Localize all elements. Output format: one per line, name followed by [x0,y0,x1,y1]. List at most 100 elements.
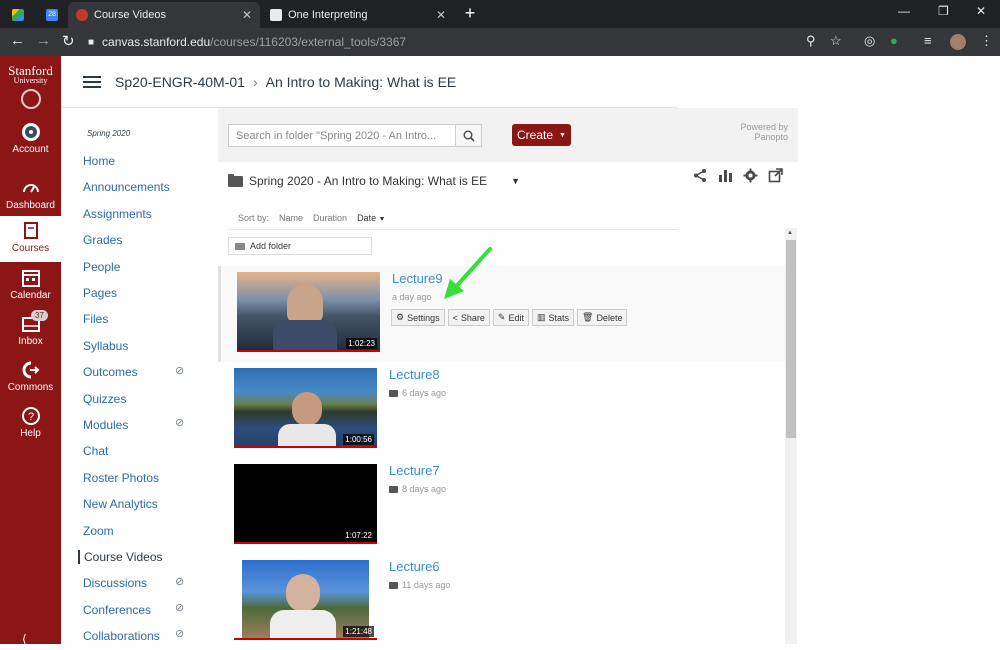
video-thumbnail[interactable]: 1:02:23 [237,272,380,352]
reload-icon[interactable]: ↻ [62,32,75,50]
hidden-eye-icon: ⊘ [175,365,185,377]
nav-dashboard[interactable]: Dashboard [0,178,61,211]
progress-bar [234,542,377,544]
course-nav-assignments[interactable]: Assignments [83,207,152,221]
hidden-eye-icon: ⊘ [175,602,185,614]
edit-button[interactable]: ✎ Edit [492,309,529,326]
sort-name[interactable]: Name [279,213,303,223]
hidden-eye-icon: ⊘ [175,628,185,640]
course-nav-home[interactable]: Home [83,154,115,168]
session-row[interactable]: 1:21:48 Lecture6 11 days ago [218,554,785,650]
share-button[interactable]: < Share [447,309,490,326]
stats-icon[interactable] [718,168,733,183]
nav-courses[interactable]: Courses [0,216,61,262]
settings-gear-icon[interactable] [743,168,758,183]
powered-by: Powered by [740,122,788,132]
course-nav-announcements[interactable]: Announcements [83,180,170,194]
nav-inbox[interactable]: 37 Inbox [0,310,61,347]
tab-calendar[interactable]: 28 [38,2,66,28]
breadcrumb-page: An Intro to Making: What is EE [265,73,457,90]
folder-actions [693,168,783,183]
session-title[interactable]: Lecture8 [389,367,440,382]
session-title[interactable]: Lecture7 [389,463,440,478]
duration-label: 1:21:48 [343,626,374,637]
scrollbar-thumb[interactable] [786,240,796,438]
nav-account[interactable]: Account [0,122,61,155]
pencil-icon: ✎ [497,312,506,322]
stats-button[interactable]: ▥ Stats [531,309,574,326]
nav-label: Courses [11,243,50,254]
video-thumbnail[interactable]: 1:21:48 [234,560,377,640]
stanford-logo[interactable]: Stanford University [0,56,61,109]
date-text: a day ago [392,292,432,302]
commons-icon [22,361,39,379]
forward-icon[interactable]: → [36,32,51,49]
add-folder-button[interactable]: Add folder [228,237,372,255]
breadcrumb-course[interactable]: Sp20-ENGR-40M-01 [115,74,245,90]
address-bar[interactable]: ■ canvas.stanford.edu /courses/116203/ex… [88,32,864,52]
panopto-branding[interactable]: Powered by Panopto [740,122,788,143]
session-row[interactable]: 1:00:56 Lecture8 6 days ago [218,362,785,458]
external-link-icon[interactable] [768,168,783,183]
help-icon: ? [21,407,40,425]
course-nav-modules[interactable]: Modules [83,418,128,432]
session-title[interactable]: Lecture9 [392,271,443,286]
session-title[interactable]: Lecture6 [389,559,440,574]
media-icon[interactable]: ≡ [924,33,932,48]
tab-google-drive[interactable] [4,2,34,28]
sort-duration[interactable]: Duration [313,213,347,223]
search-input[interactable]: Search in folder "Spring 2020 - An Intro… [236,130,455,142]
course-nav-grades[interactable]: Grades [83,233,122,247]
hamburger-menu-icon[interactable] [83,73,101,91]
presenter-body [270,610,336,640]
zoom-icon[interactable]: ⚲ [806,33,816,49]
close-window-icon[interactable]: ✕ [976,4,986,18]
bookmark-star-icon[interactable]: ☆ [830,33,842,49]
create-button[interactable]: Create ▼ [512,124,571,146]
tab-course-videos[interactable]: Course Videos ✕ [68,2,260,28]
new-tab-button[interactable]: + [461,4,479,23]
menu-icon[interactable]: ⋮ [980,33,993,49]
cast-icon[interactable]: ◎ [864,33,875,49]
course-nav-pages[interactable]: Pages [83,286,117,300]
course-nav-new-analytics[interactable]: New Analytics [83,497,158,511]
session-row[interactable]: 1:02:23 Lecture9 a day ago ⚙ Settings < Sh… [218,266,785,362]
course-nav-collaborations[interactable]: Collaborations [83,629,160,643]
video-thumbnail[interactable]: 1:00:56 [234,368,377,448]
captions-icon [389,581,398,589]
close-icon[interactable]: ✕ [436,8,446,22]
course-nav-outcomes[interactable]: Outcomes [83,365,138,379]
search-button[interactable] [455,125,481,146]
course-nav-files[interactable]: Files [83,312,108,326]
video-thumbnail[interactable]: 1:07:22 [234,464,377,544]
profile-avatar[interactable] [950,34,966,50]
scroll-up-icon[interactable]: ▲ [787,230,793,236]
restore-icon[interactable]: ❐ [938,4,949,18]
course-nav-conferences[interactable]: Conferences [83,603,151,617]
scrollbar[interactable]: ▲ [785,228,797,644]
extension-icon[interactable]: ● [890,33,898,48]
minimize-icon[interactable]: — [898,4,910,18]
share-icon[interactable] [693,168,708,183]
course-nav-chat[interactable]: Chat [83,444,108,458]
course-nav-quizzes[interactable]: Quizzes [83,392,126,406]
seal-icon [20,89,41,109]
settings-button[interactable]: ⚙ Settings [391,309,445,326]
close-icon[interactable]: ✕ [242,8,252,22]
nav-calendar[interactable]: Calendar [0,268,61,301]
course-nav-syllabus[interactable]: Syllabus [83,339,128,353]
folder-selector[interactable]: Spring 2020 - An Intro to Making: What i… [228,173,520,188]
nav-help[interactable]: ? Help [0,406,61,439]
course-nav-discussions[interactable]: Discussions [83,576,147,590]
tab-one-interpreting[interactable]: One Interpreting ✕ [262,2,454,28]
date-text: 8 days ago [402,484,447,494]
course-nav-people[interactable]: People [83,260,120,274]
course-nav-zoom[interactable]: Zoom [83,524,114,538]
nav-commons[interactable]: Commons [0,360,61,393]
session-row[interactable]: 1:07:22 Lecture7 8 days ago [218,458,785,554]
course-nav-roster-photos[interactable]: Roster Photos [83,471,159,485]
back-icon[interactable]: ← [10,32,25,49]
sort-date[interactable]: Date ▼ [357,213,385,223]
course-nav-course-videos[interactable]: Course Videos [78,550,163,564]
delete-button[interactable]: 🗑 Delete [577,309,628,326]
